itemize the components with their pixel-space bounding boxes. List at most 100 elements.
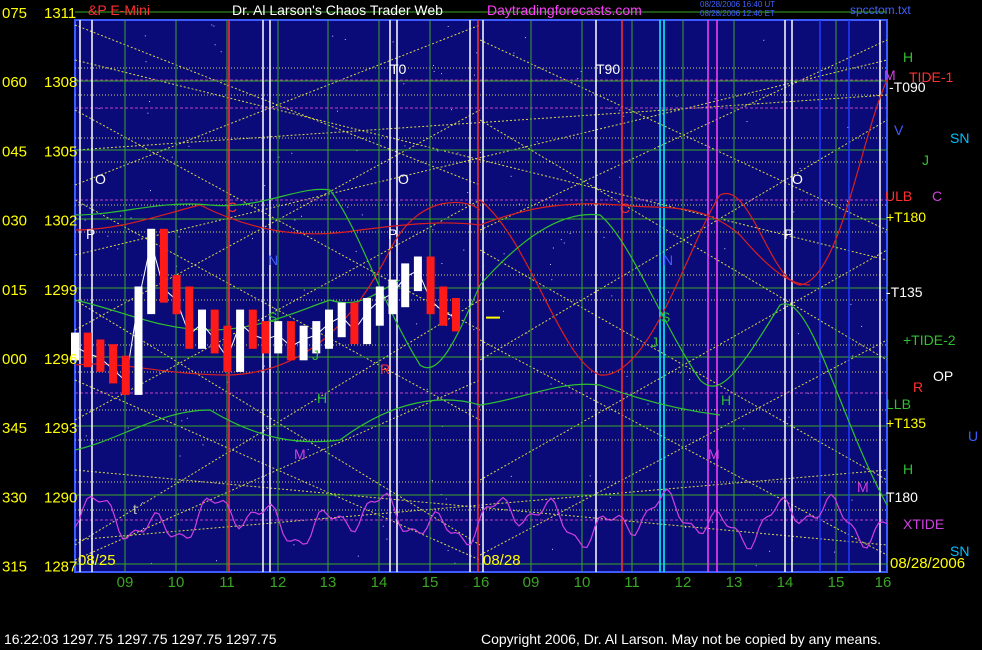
x-tick-label: 14 xyxy=(371,574,388,591)
site-link[interactable]: Daytradingforecasts.com xyxy=(487,2,642,18)
star xyxy=(431,480,433,482)
price-bar xyxy=(147,228,156,315)
chart-label: C xyxy=(620,200,630,216)
star xyxy=(147,112,149,114)
star xyxy=(150,190,151,192)
star xyxy=(619,176,621,178)
star xyxy=(171,156,173,158)
star xyxy=(473,329,475,331)
x-tick-label: 09 xyxy=(523,574,540,591)
y-price-label: 1293 xyxy=(44,420,77,437)
star xyxy=(357,555,359,557)
chart-label: J xyxy=(651,334,658,350)
star xyxy=(216,560,217,562)
chart-label: N xyxy=(268,252,278,268)
star xyxy=(626,375,628,377)
y-angle-label: 060 xyxy=(2,74,27,91)
star xyxy=(144,35,146,37)
right-label: C xyxy=(932,188,942,204)
star xyxy=(433,65,434,66)
star xyxy=(179,455,181,457)
star xyxy=(550,264,551,265)
star xyxy=(98,108,100,109)
star xyxy=(755,565,757,567)
x-tick-label: 16 xyxy=(473,574,490,591)
star xyxy=(479,406,481,408)
star xyxy=(685,527,687,528)
x-tick-label: 16 xyxy=(875,574,892,591)
star xyxy=(143,527,144,529)
chart-label: P xyxy=(784,226,793,242)
star xyxy=(467,192,469,193)
chart-label: S xyxy=(268,309,277,325)
star xyxy=(769,550,771,552)
star xyxy=(679,372,681,374)
y-angle-label: 075 xyxy=(2,5,27,22)
star xyxy=(266,426,268,428)
y-price-label: 1296 xyxy=(44,351,77,368)
star xyxy=(623,115,625,117)
y-angle-label: 030 xyxy=(2,213,27,230)
star xyxy=(603,236,605,238)
chart-title: Dr. Al Larson's Chaos Trader Web xyxy=(232,2,443,18)
star xyxy=(382,525,384,527)
star xyxy=(437,150,439,152)
right-label: R xyxy=(913,379,923,395)
price-bar xyxy=(236,309,245,372)
star xyxy=(552,548,553,550)
star xyxy=(611,295,613,297)
star xyxy=(188,145,190,147)
star xyxy=(416,323,418,325)
star xyxy=(432,229,434,231)
star xyxy=(303,289,305,291)
star xyxy=(392,41,394,43)
price-bar xyxy=(413,256,422,292)
star xyxy=(712,521,713,523)
star xyxy=(142,502,144,504)
star xyxy=(293,544,295,546)
file-name: spcctom.txt xyxy=(850,3,911,17)
right-label: -T090 xyxy=(889,79,926,95)
price-bar xyxy=(388,279,397,315)
chart-label: N xyxy=(663,252,673,268)
chart-canvas: 0750600450300150003453303151311130813051… xyxy=(0,0,982,650)
price-bar xyxy=(134,286,143,395)
right-label: ULB xyxy=(885,188,912,204)
price-bar xyxy=(185,286,194,349)
y-price-label: 1299 xyxy=(44,282,77,299)
price-bar xyxy=(401,263,410,308)
star xyxy=(655,371,657,373)
star xyxy=(252,238,253,240)
star xyxy=(85,435,87,437)
star xyxy=(213,25,215,27)
star xyxy=(332,35,334,37)
y-angle-label: 315 xyxy=(2,559,27,576)
star xyxy=(107,235,109,237)
price-bar xyxy=(274,321,283,354)
star xyxy=(847,200,848,202)
y-angle-label: 045 xyxy=(2,143,27,160)
star xyxy=(404,145,406,147)
star xyxy=(552,247,554,249)
chart-label: S xyxy=(661,309,670,325)
price-bar xyxy=(223,325,232,372)
star xyxy=(689,379,691,381)
star xyxy=(569,233,571,234)
star xyxy=(850,303,852,305)
price-bar xyxy=(363,298,372,345)
star xyxy=(447,26,449,27)
star xyxy=(536,141,538,143)
x-tick-label: 15 xyxy=(828,574,845,591)
star xyxy=(788,416,790,418)
star xyxy=(294,219,296,221)
star xyxy=(463,249,465,251)
x-tick-label: 11 xyxy=(624,574,640,591)
star xyxy=(386,538,388,540)
price-bar xyxy=(159,228,168,303)
star xyxy=(510,475,512,477)
y-price-label: 1308 xyxy=(44,74,77,91)
x-tick-label: 14 xyxy=(777,574,794,591)
timestamp-line-1: 08/28/2006 16:40 UT xyxy=(700,0,776,9)
star xyxy=(743,428,745,430)
star xyxy=(457,152,459,154)
